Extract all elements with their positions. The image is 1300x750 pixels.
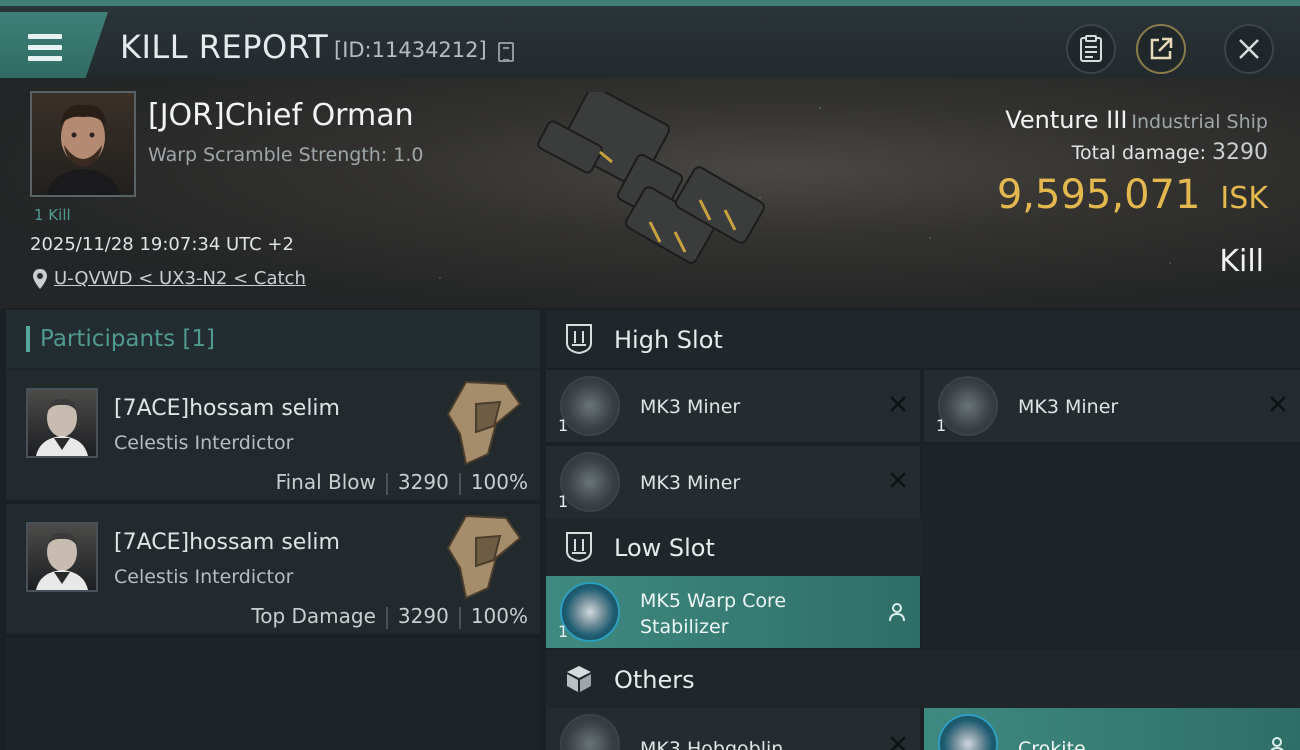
item-quantity: 1 [558,416,569,435]
participants-title: Participants [1] [40,326,215,352]
total-damage: Total damage: 3290 [1072,140,1268,165]
participant-damage: 3290 [397,470,449,494]
item-quantity: 1 [558,622,569,641]
item-quantity: 1 [936,416,947,435]
item-name: MK5 Warp Core Stabilizer [640,590,787,638]
cargo-box-icon [567,666,591,692]
victim-ship-class: Industrial Ship [1131,111,1268,133]
high-slot-title: High Slot [614,326,723,354]
dropped-person-icon [889,603,905,622]
participant-avatar[interactable] [26,522,98,592]
participants-header: Participants [1] [6,310,540,368]
slot-icon [566,532,592,563]
miner-icon [560,452,620,512]
participant-percent: 100% [470,470,528,494]
participant-percent: 100% [470,604,528,628]
warp-scramble-strength: Warp Scramble Strength: 1.0 [148,144,424,166]
module-item[interactable]: 1 MK5 Warp Core Stabilizer [546,576,920,648]
item-name: Crokite [1018,738,1086,750]
item-name: MK3 Miner [1018,396,1119,418]
participants-panel: Participants [1] [7ACE]hossam selim Cele… [6,310,540,750]
low-slot-header: Low Slot [546,518,922,576]
kill-result: Kill [1219,244,1264,279]
module-item[interactable]: 1 MK3 Miner [924,370,1300,442]
participant-avatar[interactable] [26,388,98,458]
kill-count: 1 Kill [34,206,71,224]
destroyed-x-icon [890,472,906,488]
high-slot-header: High Slot [546,310,1300,368]
report-id: [ID:11434212] [334,38,487,62]
total-damage-label: Total damage: [1071,142,1206,164]
item-quantity: 1 [558,492,569,511]
participant-ship-image [446,514,522,600]
warp-core-stabilizer-icon [560,582,620,642]
total-damage-value: 3290 [1212,140,1268,165]
victim-panel: [JOR]Chief Orman Warp Scramble Strength:… [0,78,1300,308]
miner-icon [560,376,620,436]
miner-icon [938,376,998,436]
empty-slot-area [922,444,1300,648]
others-title: Others [614,666,695,694]
item-name: MK3 Hobgoblin [640,738,784,750]
destroyed-x-icon [890,396,906,412]
participant-ship-image [446,380,522,466]
menu-button[interactable] [0,12,108,82]
victim-ship: Venture III Industrial Ship [1005,106,1268,134]
module-item[interactable]: 1 MK3 Miner [546,370,920,442]
victim-ship-name[interactable]: Venture III [1005,106,1127,134]
header-bar: KILL REPORT [ID:11434212] [0,0,1300,82]
kill-location-link[interactable]: U-QVWD < UX3-N2 < Catch [54,268,306,289]
page-title: KILL REPORT [120,28,329,66]
hobgoblin-drone-icon [560,714,620,750]
close-icon [1239,39,1259,59]
victim-avatar[interactable] [30,91,136,197]
victim-ship-image [537,92,765,264]
close-button[interactable] [1224,24,1274,74]
isk-value: 9,595,071 ISK [997,172,1268,218]
participant-name[interactable]: [7ACE]hossam selim [114,530,340,555]
item-name: MK3 Miner [640,472,741,494]
participant-stats: Top Damage 3290 100% [251,604,528,629]
slot-icon [566,324,592,355]
crokite-ore-icon [938,714,998,750]
participant-damage: 3290 [397,604,449,628]
isk-amount: 9,595,071 [996,172,1201,218]
others-header: Others [546,650,1300,708]
clipboard-button[interactable] [1066,24,1116,74]
module-item[interactable]: 1 MK3 Miner [546,446,920,518]
participant-ship: Celestis Interdictor [114,566,294,588]
location-pin-icon [33,269,47,289]
menu-icon [28,34,62,67]
module-item[interactable]: Crokite [924,708,1300,750]
low-slot-title: Low Slot [614,534,715,562]
share-icon [1150,37,1173,60]
kill-datetime: 2025/11/28 19:07:34 UTC +2 [30,234,294,255]
isk-currency: ISK [1220,181,1268,216]
dropped-person-icon [1270,737,1284,750]
participant-row[interactable]: [7ACE]hossam selim Celestis Interdictor … [6,370,540,504]
participant-stats: Final Blow 3290 100% [276,470,528,495]
copy-id-icon[interactable] [498,42,514,62]
participant-name[interactable]: [7ACE]hossam selim [114,396,340,421]
destroyed-x-icon [890,736,906,750]
participant-row[interactable]: [7ACE]hossam selim Celestis Interdictor … [6,504,540,638]
participant-role: Final Blow [275,470,376,494]
destroyed-x-icon [1270,396,1286,412]
module-item[interactable]: MK3 Hobgoblin [546,708,920,750]
participant-role: Top Damage [251,604,376,628]
participant-ship: Celestis Interdictor [114,432,294,454]
share-button[interactable] [1136,24,1186,74]
clipboard-icon [1080,35,1102,62]
item-name: MK3 Miner [640,396,741,418]
victim-name[interactable]: [JOR]Chief Orman [148,98,414,133]
